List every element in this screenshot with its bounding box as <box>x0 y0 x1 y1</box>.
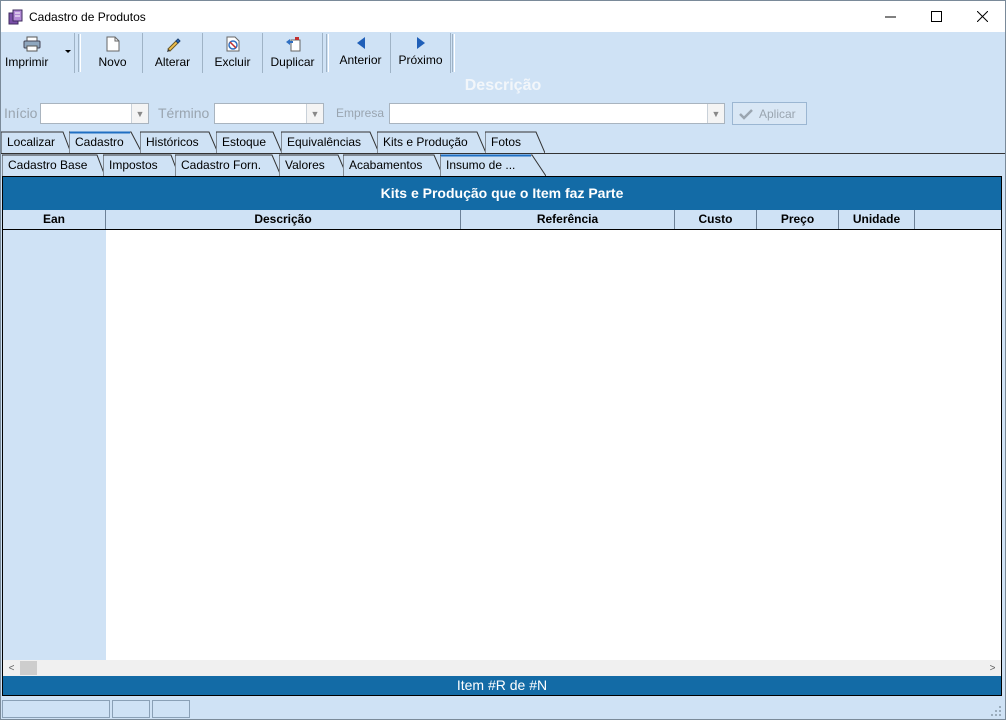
subtab-cadastro-base[interactable]: Cadastro Base <box>2 154 105 176</box>
scroll-left-icon[interactable]: < <box>3 660 20 676</box>
main-tab-bar: Localizar Cadastro Históricos Estoque Eq… <box>1 131 1005 154</box>
column-header-custo[interactable]: Custo <box>675 210 757 229</box>
column-header-referencia[interactable]: Referência <box>461 210 675 229</box>
column-header-preco[interactable]: Preço <box>757 210 839 229</box>
duplicate-icon <box>285 37 300 52</box>
company-label: Empresa <box>336 106 385 120</box>
tab-kits-producao[interactable]: Kits e Produção <box>377 131 486 153</box>
toolbar-separator <box>326 34 329 72</box>
dropdown-arrow-icon <box>65 50 71 53</box>
column-header-descricao[interactable]: Descrição <box>106 210 461 229</box>
chevron-down-icon[interactable]: ▼ <box>131 104 148 123</box>
maximize-icon <box>930 11 942 22</box>
subtab-valores[interactable]: Valores <box>279 154 347 176</box>
duplicate-button[interactable]: Duplicar <box>263 33 323 73</box>
end-label: Término <box>158 105 210 121</box>
previous-button[interactable]: Anterior <box>331 33 391 73</box>
grid-footer: Item #R de #N <box>3 676 1001 695</box>
delete-button[interactable]: Excluir <box>203 33 263 73</box>
toolbar-separator <box>78 34 81 72</box>
toolbar: Imprimir Novo Alterar Excluir Duplicar A… <box>1 32 1005 74</box>
resize-grip-icon[interactable] <box>990 705 1002 717</box>
new-label: Novo <box>98 55 127 69</box>
edit-label: Alterar <box>154 55 191 69</box>
delete-doc-icon <box>226 36 239 52</box>
tab-localizar[interactable]: Localizar <box>1 131 71 153</box>
printer-icon <box>23 36 41 52</box>
column-header-ean[interactable]: Ean <box>3 210 106 229</box>
tab-historicos[interactable]: Históricos <box>140 131 218 153</box>
arrow-right-icon <box>416 37 425 49</box>
previous-label: Anterior <box>339 53 382 67</box>
subtab-insumo[interactable]: Insumo de ... <box>440 154 546 176</box>
status-panel <box>2 700 110 718</box>
start-label: Início <box>4 105 38 121</box>
close-icon <box>976 11 988 22</box>
status-bar <box>1 699 1005 719</box>
scrollbar-thumb[interactable] <box>20 661 37 675</box>
close-button[interactable] <box>959 1 1005 32</box>
horizontal-scrollbar[interactable]: < > <box>3 660 1001 676</box>
maximize-button[interactable] <box>913 1 959 32</box>
chevron-down-icon[interactable]: ▼ <box>306 104 323 123</box>
start-date-select[interactable]: ▼ <box>40 103 149 124</box>
grid-title: Kits e Produção que o Item faz Parte <box>3 177 1001 210</box>
next-button[interactable]: Próximo <box>391 33 451 73</box>
app-icon <box>8 9 23 25</box>
edit-button[interactable]: Alterar <box>143 33 203 73</box>
toolbar-separator <box>452 34 455 72</box>
next-label: Próximo <box>398 53 443 67</box>
filter-row: Início ▼ Término ▼ Empresa ▼ Aplicar <box>1 101 1005 127</box>
pencil-icon <box>166 38 181 52</box>
minimize-icon <box>884 16 896 18</box>
new-button[interactable]: Novo <box>83 33 143 73</box>
column-header-row: Ean Descrição Referência Custo Preço Uni… <box>3 210 1001 230</box>
chevron-down-icon[interactable]: ▼ <box>707 104 724 123</box>
apply-label: Aplicar <box>759 106 796 121</box>
window-title: Cadastro de Produtos <box>29 10 146 24</box>
ean-column-fill <box>3 230 106 660</box>
tab-cadastro[interactable]: Cadastro <box>69 131 142 153</box>
status-panel <box>152 700 190 718</box>
main-window: Cadastro de Produtos Imprimir Novo Alter… <box>0 0 1006 720</box>
new-doc-icon <box>106 36 119 52</box>
subtab-impostos[interactable]: Impostos <box>103 154 179 176</box>
subtab-cadastro-forn[interactable]: Cadastro Forn. <box>175 154 281 176</box>
sub-tab-bar: Cadastro Base Impostos Cadastro Forn. Va… <box>1 154 1005 177</box>
check-icon <box>739 108 753 120</box>
tab-estoque[interactable]: Estoque <box>216 131 282 153</box>
duplicate-label: Duplicar <box>270 55 315 69</box>
scroll-right-icon[interactable]: > <box>984 660 1001 676</box>
delete-label: Excluir <box>214 55 251 69</box>
arrow-left-icon <box>356 37 365 49</box>
print-label: Imprimir <box>5 55 49 69</box>
minimize-button[interactable] <box>867 1 913 32</box>
company-select[interactable]: ▼ <box>389 103 725 124</box>
grid-panel: Kits e Produção que o Item faz Parte Ean… <box>2 176 1002 696</box>
apply-button[interactable]: Aplicar <box>732 102 807 125</box>
title-bar: Cadastro de Produtos <box>1 1 1005 32</box>
end-date-select[interactable]: ▼ <box>214 103 324 124</box>
column-header-unidade[interactable]: Unidade <box>839 210 915 229</box>
print-button[interactable]: Imprimir <box>1 33 75 73</box>
tab-equivalencias[interactable]: Equivalências <box>281 131 379 153</box>
subtab-acabamentos[interactable]: Acabamentos <box>343 154 443 176</box>
tab-fotos[interactable]: Fotos <box>485 131 545 153</box>
description-header: Descrição <box>464 77 542 94</box>
status-panel <box>112 700 150 718</box>
